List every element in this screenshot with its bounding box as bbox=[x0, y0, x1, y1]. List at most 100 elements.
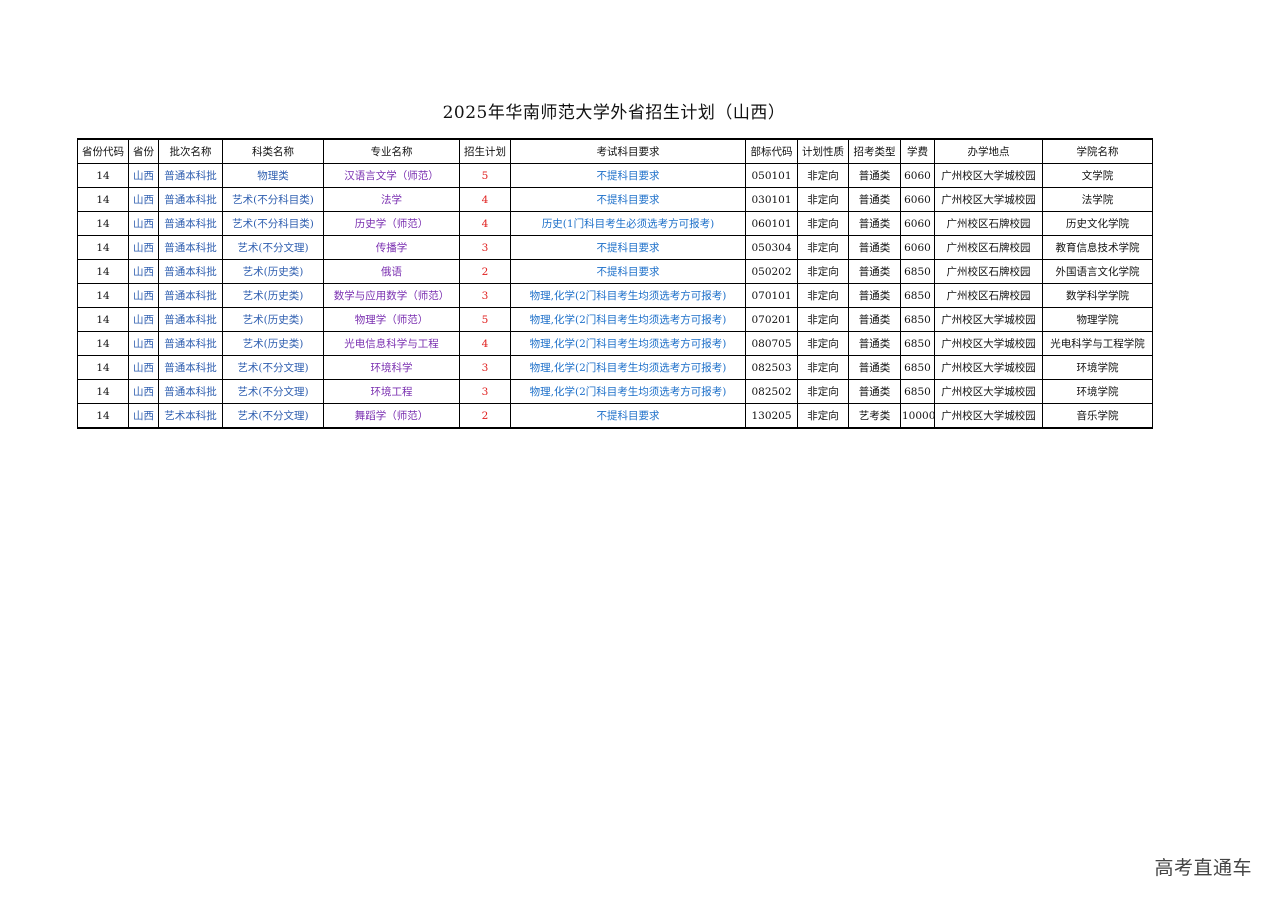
cell-batch: 普通本科批 bbox=[158, 235, 223, 260]
cell-major: 环境工程 bbox=[323, 379, 460, 404]
cell-batch: 普通本科批 bbox=[158, 211, 223, 236]
cell-plan-count: 4 bbox=[459, 211, 511, 236]
header-province: 省份 bbox=[128, 138, 159, 164]
cell-province-code: 14 bbox=[77, 187, 129, 212]
cell-plan-type: 非定向 bbox=[797, 355, 849, 380]
cell-major: 汉语言文学（师范） bbox=[323, 163, 460, 188]
cell-subject-requirement: 历史(1门科目考生必须选考方可报考) bbox=[510, 211, 746, 236]
header-plan-type: 计划性质 bbox=[797, 138, 849, 164]
cell-category: 艺术(不分文理) bbox=[222, 235, 324, 260]
cell-batch: 普通本科批 bbox=[158, 379, 223, 404]
cell-plan-count: 3 bbox=[459, 235, 511, 260]
cell-college: 光电科学与工程学院 bbox=[1042, 331, 1153, 356]
cell-major-code: 050304 bbox=[745, 235, 798, 260]
cell-plan-type: 非定向 bbox=[797, 403, 849, 429]
cell-exam-type: 普通类 bbox=[848, 163, 901, 188]
cell-campus: 广州校区大学城校园 bbox=[934, 163, 1043, 188]
cell-plan-type: 非定向 bbox=[797, 331, 849, 356]
cell-subject-requirement: 物理,化学(2门科目考生均须选考方可报考) bbox=[510, 307, 746, 332]
cell-tuition: 6850 bbox=[900, 331, 935, 356]
header-province-code: 省份代码 bbox=[77, 138, 129, 164]
cell-campus: 广州校区大学城校园 bbox=[934, 307, 1043, 332]
cell-exam-type: 普通类 bbox=[848, 235, 901, 260]
cell-college: 教育信息技术学院 bbox=[1042, 235, 1153, 260]
cell-plan-count: 4 bbox=[459, 187, 511, 212]
cell-province: 山西 bbox=[128, 307, 159, 332]
cell-college: 数学科学学院 bbox=[1042, 283, 1153, 308]
cell-subject-requirement: 物理,化学(2门科目考生均须选考方可报考) bbox=[510, 355, 746, 380]
cell-batch: 普通本科批 bbox=[158, 187, 223, 212]
cell-plan-type: 非定向 bbox=[797, 163, 849, 188]
cell-province-code: 14 bbox=[77, 283, 129, 308]
page-title: 2025年华南师范大学外省招生计划（山西） bbox=[442, 103, 786, 123]
cell-major-code: 080705 bbox=[745, 331, 798, 356]
cell-subject-requirement: 不提科目要求 bbox=[510, 187, 746, 212]
cell-category: 艺术(不分文理) bbox=[222, 379, 324, 404]
cell-province-code: 14 bbox=[77, 355, 129, 380]
cell-college: 文学院 bbox=[1042, 163, 1153, 188]
table-row: 14 山西 普通本科批 艺术(不分文理) 传播学 3 不提科目要求 050304 非定向 普通类 6… bbox=[77, 235, 1153, 260]
header-batch: 批次名称 bbox=[158, 138, 223, 164]
cell-province: 山西 bbox=[128, 259, 159, 284]
cell-exam-type: 普通类 bbox=[848, 283, 901, 308]
cell-category: 艺术(历史类) bbox=[222, 283, 324, 308]
cell-province: 山西 bbox=[128, 163, 159, 188]
cell-subject-requirement: 物理,化学(2门科目考生均须选考方可报考) bbox=[510, 283, 746, 308]
cell-tuition: 6060 bbox=[900, 235, 935, 260]
cell-campus: 广州校区大学城校园 bbox=[934, 187, 1043, 212]
cell-province-code: 14 bbox=[77, 259, 129, 284]
cell-plan-count: 5 bbox=[459, 307, 511, 332]
table-row: 14 山西 普通本科批 艺术(历史类) 数学与应用数学（师范） 3 物理,化学(2门科目考生… bbox=[77, 283, 1153, 308]
cell-batch: 普通本科批 bbox=[158, 307, 223, 332]
cell-batch: 艺术本科批 bbox=[158, 403, 223, 429]
cell-major: 法学 bbox=[323, 187, 460, 212]
cell-subject-requirement: 物理,化学(2门科目考生均须选考方可报考) bbox=[510, 331, 746, 356]
table-row: 14 山西 普通本科批 物理类 汉语言文学（师范） 5 不提科目要求 050101 非定向 普通类… bbox=[77, 163, 1153, 188]
cell-campus: 广州校区石牌校园 bbox=[934, 211, 1043, 236]
table-row: 14 山西 普通本科批 艺术(历史类) 光电信息科学与工程 4 物理,化学(2门科目考生均须… bbox=[77, 331, 1153, 356]
cell-campus: 广州校区大学城校园 bbox=[934, 355, 1043, 380]
admission-plan-table: 省份代码 省份 批次名称 科类名称 专业名称 招生计划 考试科目要求 部标代码 … bbox=[77, 138, 1153, 429]
cell-plan-count: 2 bbox=[459, 403, 511, 429]
cell-major: 光电信息科学与工程 bbox=[323, 331, 460, 356]
cell-plan-count: 2 bbox=[459, 259, 511, 284]
cell-subject-requirement: 不提科目要求 bbox=[510, 259, 746, 284]
header-subject-requirement: 考试科目要求 bbox=[510, 138, 746, 164]
cell-major: 舞蹈学（师范） bbox=[323, 403, 460, 429]
cell-subject-requirement: 不提科目要求 bbox=[510, 163, 746, 188]
watermark: 高考直通车 bbox=[1154, 857, 1252, 879]
cell-province: 山西 bbox=[128, 355, 159, 380]
cell-major: 环境科学 bbox=[323, 355, 460, 380]
cell-campus: 广州校区石牌校园 bbox=[934, 259, 1043, 284]
cell-category: 艺术(历史类) bbox=[222, 259, 324, 284]
cell-category: 艺术(历史类) bbox=[222, 307, 324, 332]
cell-college: 物理学院 bbox=[1042, 307, 1153, 332]
cell-tuition: 6060 bbox=[900, 187, 935, 212]
cell-batch: 普通本科批 bbox=[158, 163, 223, 188]
header-campus: 办学地点 bbox=[934, 138, 1043, 164]
table-body: 14 山西 普通本科批 物理类 汉语言文学（师范） 5 不提科目要求 050101 非定向 普通类… bbox=[77, 163, 1153, 429]
cell-major-code: 070101 bbox=[745, 283, 798, 308]
header-college: 学院名称 bbox=[1042, 138, 1153, 164]
cell-province-code: 14 bbox=[77, 331, 129, 356]
table-row: 14 山西 普通本科批 艺术(不分科目类) 法学 4 不提科目要求 030101 非定向 普通类 6… bbox=[77, 187, 1153, 212]
cell-plan-type: 非定向 bbox=[797, 187, 849, 212]
cell-plan-type: 非定向 bbox=[797, 379, 849, 404]
cell-major-code: 050101 bbox=[745, 163, 798, 188]
cell-province: 山西 bbox=[128, 187, 159, 212]
cell-campus: 广州校区大学城校园 bbox=[934, 403, 1043, 429]
cell-tuition: 6850 bbox=[900, 259, 935, 284]
cell-province: 山西 bbox=[128, 235, 159, 260]
cell-exam-type: 普通类 bbox=[848, 379, 901, 404]
cell-category: 艺术(不分科目类) bbox=[222, 211, 324, 236]
cell-subject-requirement: 物理,化学(2门科目考生均须选考方可报考) bbox=[510, 379, 746, 404]
cell-college: 历史文化学院 bbox=[1042, 211, 1153, 236]
cell-batch: 普通本科批 bbox=[158, 283, 223, 308]
cell-exam-type: 普通类 bbox=[848, 331, 901, 356]
cell-province: 山西 bbox=[128, 379, 159, 404]
cell-plan-count: 4 bbox=[459, 331, 511, 356]
cell-tuition: 6850 bbox=[900, 283, 935, 308]
cell-category: 物理类 bbox=[222, 163, 324, 188]
cell-province: 山西 bbox=[128, 331, 159, 356]
cell-tuition: 6060 bbox=[900, 163, 935, 188]
